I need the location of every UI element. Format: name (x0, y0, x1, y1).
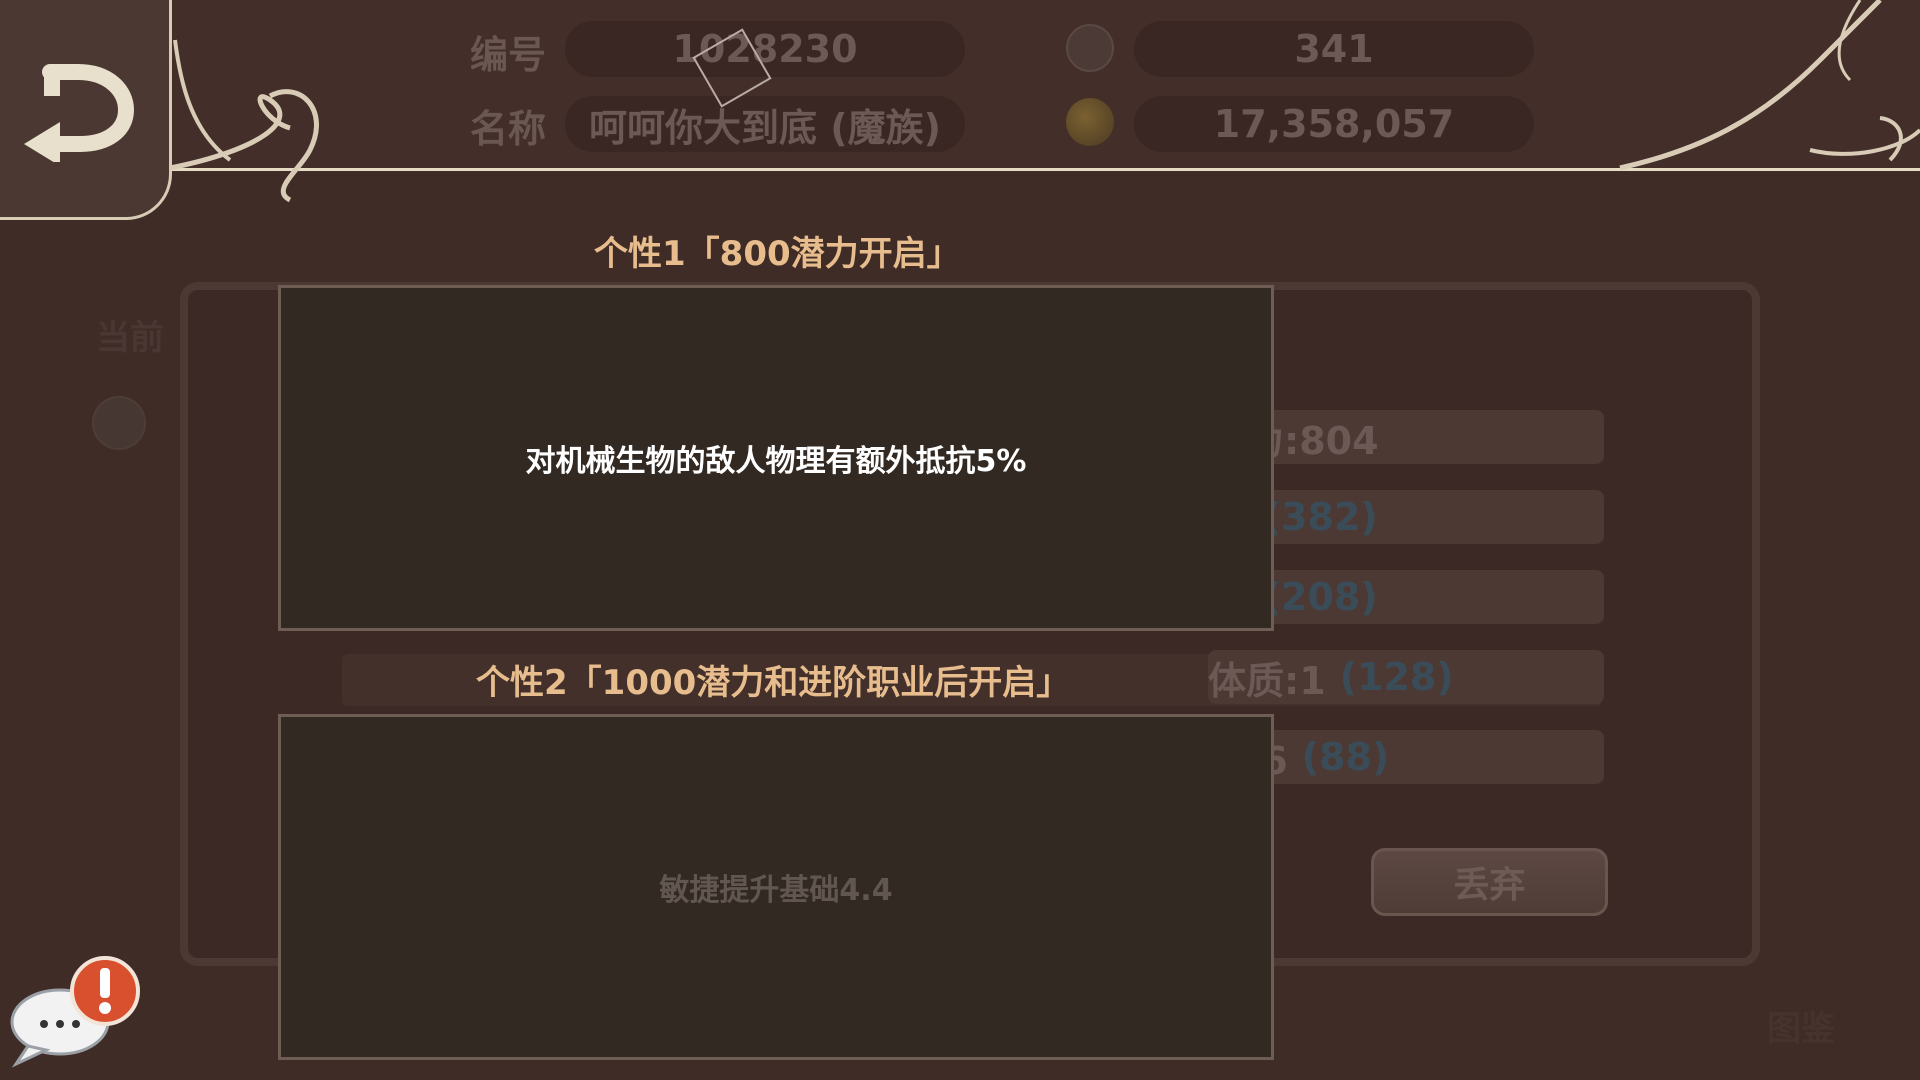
back-arrow-icon (24, 64, 134, 162)
trait1-box: 对机械生物的敌人物理有额外抵抗5% (278, 285, 1274, 631)
background-panel-title: 当前 (96, 318, 164, 358)
id-label: 编号 (470, 33, 547, 77)
chat-button[interactable] (8, 956, 140, 1070)
stat-num: (382) (1263, 495, 1378, 539)
stat-num: (208) (1263, 575, 1378, 619)
trait2-box: 敏捷提升基础4.4 (278, 714, 1274, 1060)
stat-num: (128) (1339, 655, 1454, 699)
atlas-button[interactable]: 图鉴 (1706, 990, 1896, 1060)
trait2-title: 个性2「1000潜力和进阶职业后开启」 (476, 663, 1071, 703)
feather-icon (1066, 24, 1114, 72)
back-button[interactable] (0, 0, 172, 220)
coin-icon (1066, 98, 1114, 146)
top-header (0, 0, 1920, 172)
currency2-value: 17,358,057 (1134, 96, 1534, 152)
trait1-title: 个性1「800潜力开启」 (594, 234, 961, 274)
trait1-description: 对机械生物的敌人物理有额外抵抗5% (525, 444, 1027, 479)
name-value: 呵呵你大到底 (魔族) (565, 96, 965, 152)
name-label: 名称 (470, 107, 547, 151)
header-divider (170, 168, 1920, 171)
stat-row-constitution: 体质:1 (128) (1208, 650, 1604, 704)
background-avatar (92, 396, 146, 450)
stat-num: (88) (1301, 735, 1390, 779)
currency1-value: 341 (1134, 21, 1534, 77)
stat-text: 体质:1 (1208, 658, 1326, 703)
trait2-description: 敏捷提升基础4.4 (659, 873, 893, 908)
discard-button[interactable]: 丢弃 (1371, 848, 1608, 916)
alert-icon (70, 956, 140, 1026)
